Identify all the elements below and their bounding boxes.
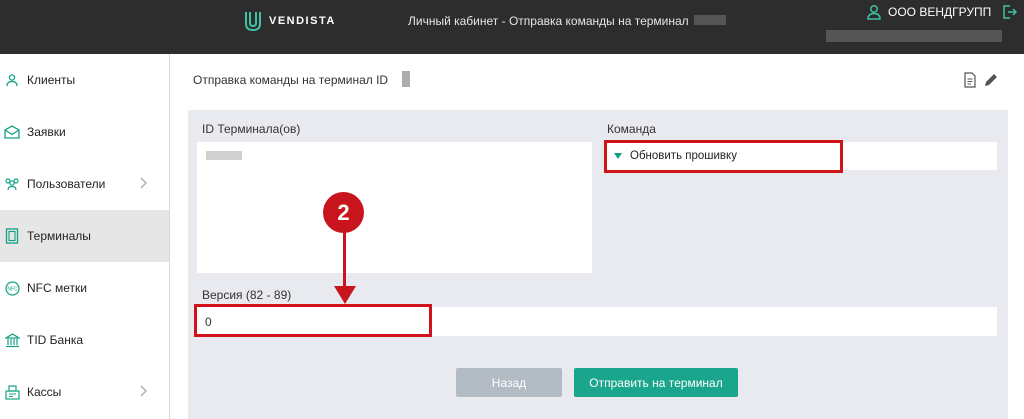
send-to-terminal-button[interactable]: Отправить на терминал xyxy=(574,368,738,397)
edit-pencil-icon[interactable] xyxy=(983,72,999,88)
org-account[interactable]: ООО ВЕНДГРУПП xyxy=(866,4,1018,20)
terminal-ids-field[interactable] xyxy=(197,142,592,273)
vendista-logo-icon xyxy=(245,12,261,32)
sidebar-item-requests[interactable]: Заявки xyxy=(0,106,169,158)
users-icon xyxy=(4,176,20,192)
annotation-arrow-head-icon xyxy=(334,286,356,304)
version-label: Версия (82 - 89) xyxy=(202,288,292,302)
envelope-icon xyxy=(4,124,20,140)
logo-text: VENDISTA xyxy=(269,15,336,27)
header-title: Личный кабинет - Отправка команды на тер… xyxy=(408,14,689,28)
logout-icon[interactable] xyxy=(1001,4,1018,20)
svg-text:NFC: NFC xyxy=(7,286,18,292)
clients-icon xyxy=(4,72,20,88)
command-highlight-box xyxy=(604,140,843,173)
document-icon[interactable] xyxy=(963,72,977,88)
step-number-badge: 2 xyxy=(323,192,364,233)
sidebar-item-nfc[interactable]: NFC NFC метки xyxy=(0,262,169,314)
sidebar-item-terminals[interactable]: Терминалы xyxy=(0,210,169,262)
command-label: Команда xyxy=(607,122,656,136)
page-title: Отправка команды на терминал ID xyxy=(193,73,389,87)
terminal-ids-label: ID Терминала(ов) xyxy=(202,122,301,136)
vendista-logo[interactable]: VENDISTA xyxy=(243,10,336,32)
sidebar-item-label: Заявки xyxy=(27,125,66,139)
org-name: ООО ВЕНДГРУПП xyxy=(888,5,992,19)
redacted-terminal-ids xyxy=(206,151,242,160)
version-highlight-box xyxy=(194,304,432,337)
chevron-right-icon xyxy=(140,385,147,397)
bank-icon xyxy=(4,332,20,348)
user-icon xyxy=(867,5,881,20)
back-button[interactable]: Назад xyxy=(456,368,562,397)
sidebar-item-label: Терминалы xyxy=(27,229,91,243)
sidebar-item-label: NFC метки xyxy=(27,281,87,295)
cashbox-icon xyxy=(4,384,20,400)
redacted-page-terminal-id xyxy=(402,71,410,87)
sidebar-item-label: Клиенты xyxy=(27,73,76,87)
sidebar-item-cashboxes[interactable]: Кассы xyxy=(0,366,169,418)
sidebar-item-users[interactable]: Пользователи xyxy=(0,158,169,210)
sidebar-item-label: TID Банка xyxy=(27,333,84,347)
redacted-user-info xyxy=(826,30,1002,42)
sidebar-item-clients[interactable]: Клиенты xyxy=(0,54,169,106)
nfc-icon: NFC xyxy=(4,280,20,296)
annotation-arrow-line xyxy=(343,232,346,287)
sidebar-item-label: Пользователи xyxy=(27,177,106,191)
sidebar: Клиенты Заявки Пользователи Терминалы NF… xyxy=(0,54,170,419)
top-header: VENDISTA Личный кабинет - Отправка коман… xyxy=(0,0,1024,54)
sidebar-item-bank-tid[interactable]: TID Банка xyxy=(0,314,169,366)
redacted-terminal-id xyxy=(694,15,726,25)
terminal-icon xyxy=(4,228,20,244)
sidebar-item-label: Кассы xyxy=(27,385,62,399)
page-tools xyxy=(963,72,999,88)
chevron-right-icon xyxy=(140,177,147,189)
